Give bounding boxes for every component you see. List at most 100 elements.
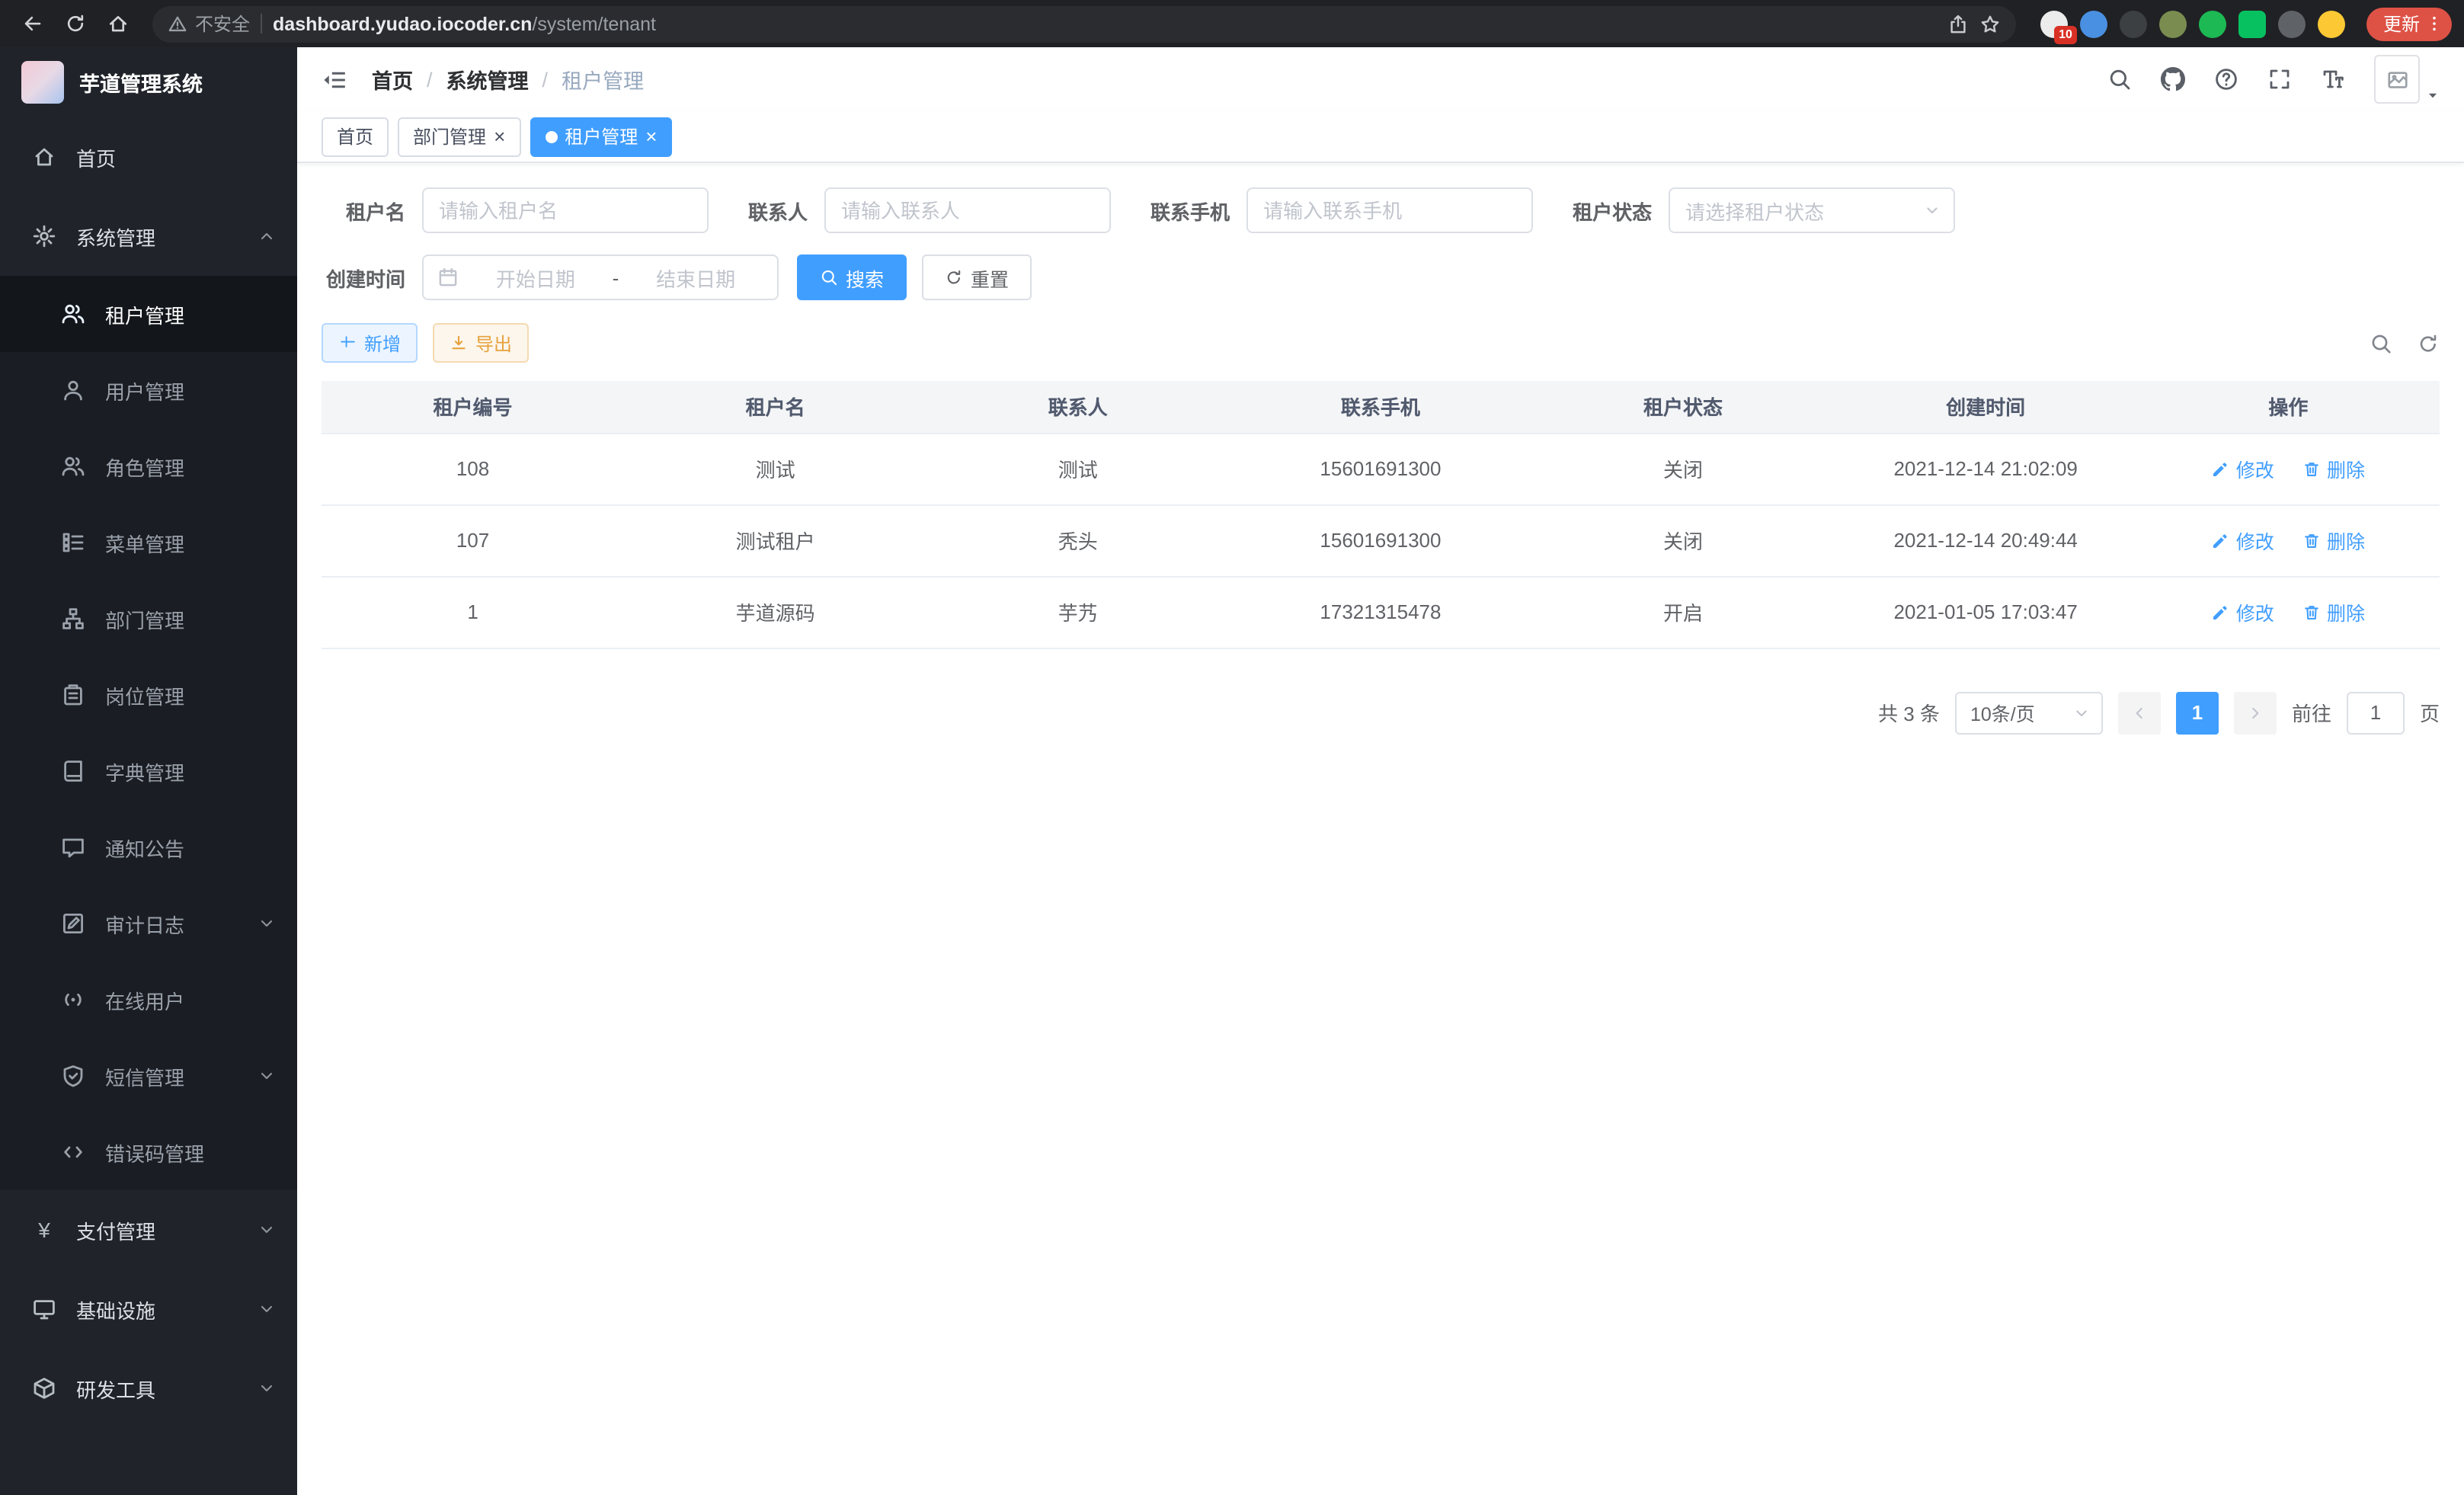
github-icon xyxy=(2161,67,2185,91)
col-header-status: 租户状态 xyxy=(1532,381,1835,433)
breadcrumb-system[interactable]: 系统管理 xyxy=(446,64,529,94)
github-link[interactable] xyxy=(2161,67,2185,91)
sidebar-item-devtools[interactable]: 研发工具 xyxy=(0,1349,297,1428)
tab-dept[interactable]: 部门管理 × xyxy=(398,117,520,156)
close-icon[interactable]: × xyxy=(645,126,657,146)
bookmark-button[interactable] xyxy=(1979,13,2001,34)
system-submenu: 租户管理 用户管理 角色管理 菜单管理 xyxy=(0,276,297,1190)
prev-page-button[interactable] xyxy=(2118,691,2161,734)
sidebar-item-online-users[interactable]: 在线用户 xyxy=(0,962,297,1038)
refresh-table-button[interactable] xyxy=(2417,331,2440,354)
chevron-right-icon xyxy=(2246,703,2264,722)
screen: 不安全 dashboard.yudao.iocoder.cn/system/te… xyxy=(0,0,2464,1495)
browser-home-button[interactable] xyxy=(98,4,137,43)
sidebar-item-user[interactable]: 用户管理 xyxy=(0,352,297,428)
extension-icon-8[interactable] xyxy=(2318,10,2345,37)
sidebar-item-dept[interactable]: 部门管理 xyxy=(0,581,297,657)
delete-button[interactable]: 删除 xyxy=(2302,454,2365,483)
browser-back-button[interactable] xyxy=(12,4,52,43)
sidebar-item-notice[interactable]: 通知公告 xyxy=(0,809,297,885)
fullscreen-button[interactable] xyxy=(2267,67,2292,91)
edit-button[interactable]: 修改 xyxy=(2212,597,2274,626)
extension-icon-7[interactable] xyxy=(2278,10,2306,37)
table-row: 108 测试 测试 15601691300 关闭 2021-12-14 21:0… xyxy=(322,433,2440,504)
update-label: 更新 xyxy=(2383,11,2420,37)
share-button[interactable] xyxy=(1947,13,1969,34)
search-button[interactable]: 搜索 xyxy=(797,255,907,300)
sidebar-item-role[interactable]: 角色管理 xyxy=(0,428,297,504)
sidebar-item-infra[interactable]: 基础设施 xyxy=(0,1269,297,1349)
font-size-button[interactable] xyxy=(2321,67,2345,91)
status-select[interactable]: 请选择租户状态 xyxy=(1669,187,1955,233)
tags-view: 首页 部门管理 × 租户管理 × xyxy=(297,111,2464,163)
share-icon xyxy=(1947,13,1969,34)
search-icon xyxy=(820,268,838,287)
reset-button[interactable]: 重置 xyxy=(922,255,1032,300)
sidebar-toggle-button[interactable] xyxy=(322,66,347,92)
browser-update-button[interactable]: 更新 xyxy=(2366,7,2452,40)
tab-home[interactable]: 首页 xyxy=(322,117,389,156)
extension-icon-2[interactable] xyxy=(2080,10,2107,37)
sidebar-item-system[interactable]: 系统管理 xyxy=(0,197,297,276)
phone-input[interactable] xyxy=(1246,187,1533,233)
chevron-down-icon xyxy=(258,1300,276,1318)
sidebar-item-post[interactable]: 岗位管理 xyxy=(0,657,297,733)
sidebar-item-audit-log[interactable]: 审计日志 xyxy=(0,885,297,962)
breadcrumb-current: 租户管理 xyxy=(562,64,644,94)
page-size-select[interactable]: 10条/页 xyxy=(1955,691,2103,734)
delete-button[interactable]: 删除 xyxy=(2302,597,2365,626)
header-search-button[interactable] xyxy=(2107,67,2132,91)
sidebar-item-sms[interactable]: 短信管理 xyxy=(0,1038,297,1114)
contact-input[interactable] xyxy=(824,187,1111,233)
next-page-button[interactable] xyxy=(2234,691,2277,734)
toggle-search-button[interactable] xyxy=(2370,331,2392,354)
status-text: 关闭 xyxy=(1532,504,1835,576)
tab-tenant[interactable]: 租户管理 × xyxy=(530,117,672,156)
sidebar-item-home[interactable]: 首页 xyxy=(0,117,297,197)
yen-icon: ¥ xyxy=(32,1218,56,1242)
filter-row-1: 租户名 联系人 联系手机 租户状态 请选择租户状态 xyxy=(322,187,2440,233)
sidebar-item-tenant[interactable]: 租户管理 xyxy=(0,276,297,352)
extension-icon-4[interactable] xyxy=(2159,10,2187,37)
trash-icon xyxy=(2302,603,2321,621)
edit-button[interactable]: 修改 xyxy=(2212,454,2274,483)
url-host: dashboard.yudao.iocoder.cn xyxy=(273,13,532,34)
filter-row-2: 创建时间 开始日期 - 结束日期 搜索 重置 xyxy=(322,255,2440,300)
edit-button[interactable]: 修改 xyxy=(2212,526,2274,555)
address-bar[interactable]: 不安全 dashboard.yudao.iocoder.cn/system/te… xyxy=(152,5,2016,42)
app-title: 芋道管理系统 xyxy=(79,67,203,98)
font-size-icon xyxy=(2321,67,2345,91)
add-button[interactable]: 新增 xyxy=(322,323,418,363)
security-chip[interactable]: 不安全 xyxy=(168,11,250,37)
extension-icon-5[interactable] xyxy=(2199,10,2226,37)
active-dot xyxy=(545,130,557,142)
extension-badge: 10 xyxy=(2054,25,2077,43)
url-text: dashboard.yudao.iocoder.cn/system/tenant xyxy=(273,13,656,34)
trash-icon xyxy=(2302,531,2321,549)
reload-icon xyxy=(63,12,86,35)
goto-page-input[interactable] xyxy=(2347,691,2405,734)
close-icon[interactable]: × xyxy=(494,126,505,146)
logo[interactable]: 芋道管理系统 xyxy=(0,47,297,117)
date-range-picker[interactable]: 开始日期 - 结束日期 xyxy=(422,255,779,300)
sidebar-item-error-code[interactable]: 错误码管理 xyxy=(0,1114,297,1190)
extension-icon-3[interactable] xyxy=(2120,10,2147,37)
extensions-row: 10 xyxy=(2031,10,2354,37)
breadcrumb-home[interactable]: 首页 xyxy=(372,64,413,94)
fullscreen-icon xyxy=(2267,67,2292,91)
delete-button[interactable]: 删除 xyxy=(2302,526,2365,555)
browser-reload-button[interactable] xyxy=(55,4,94,43)
sidebar-item-pay[interactable]: ¥ 支付管理 xyxy=(0,1190,297,1269)
export-button[interactable]: 导出 xyxy=(433,323,529,363)
security-label: 不安全 xyxy=(195,11,250,37)
help-button[interactable] xyxy=(2214,67,2238,91)
tenant-name-input[interactable] xyxy=(422,187,709,233)
user-menu[interactable] xyxy=(2374,55,2440,104)
page-number-1[interactable]: 1 xyxy=(2176,691,2219,734)
extension-icon-6[interactable] xyxy=(2238,10,2266,37)
sidebar-item-dict[interactable]: 字典管理 xyxy=(0,733,297,809)
arrow-left-icon xyxy=(21,12,43,35)
sidebar-item-menu[interactable]: 菜单管理 xyxy=(0,504,297,581)
gear-icon xyxy=(32,224,56,248)
extension-icon-1[interactable]: 10 xyxy=(2040,10,2068,37)
